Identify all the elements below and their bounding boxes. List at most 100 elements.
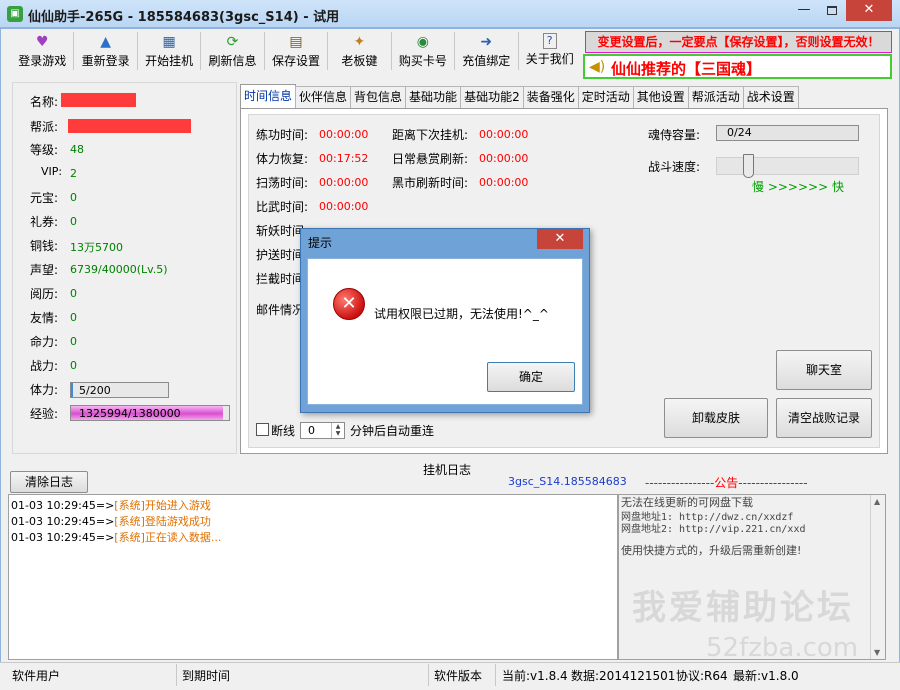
battle-speed-thumb[interactable] [743, 154, 754, 178]
power-label: 战力: [30, 359, 59, 373]
scroll-up-icon[interactable]: ▲ [874, 497, 880, 506]
log-timestamp: 01-03 10:29:45=> [11, 499, 115, 512]
relogin-label: 重新登录 [81, 54, 130, 68]
tab-basic-functions-2[interactable]: 基础功能2 [460, 86, 524, 108]
reconnect-minutes-stepper[interactable]: 0 ▲ ▼ [300, 422, 345, 439]
daily-bounty-label: 日常悬赏刷新: [392, 152, 469, 166]
save-settings-icon: ▤ [289, 34, 303, 50]
yuanbao-value: 0 [70, 191, 77, 204]
tab-time-info[interactable]: 时间信息 [240, 84, 297, 108]
stamina-progress: 5/200 [70, 382, 169, 398]
save-settings-button[interactable]: ▤ 保存设置 [265, 30, 327, 72]
practice-time-value: 00:00:00 [319, 128, 369, 141]
clear-log-button[interactable]: 清除日志 [10, 471, 88, 493]
chat-room-button[interactable]: 聊天室 [776, 350, 872, 390]
yuanbao-label: 元宝: [30, 191, 59, 205]
soul-capacity-field: 0/24 [716, 125, 859, 141]
login-game-button[interactable]: ♥ 登录游戏 [11, 30, 73, 72]
window-title: 仙仙助手-265G - 185584683(3gsc_S14) - 试用 [28, 10, 340, 25]
boss-key-icon: ✦ [353, 34, 366, 50]
status-user: 软件用户 [12, 669, 61, 683]
recharge-bind-label: 充值绑定 [462, 54, 511, 68]
uninstall-skin-button[interactable]: 卸载皮肤 [664, 398, 768, 438]
log-account: 3gsc_S14.185584683 [508, 475, 627, 488]
tab-tactics-settings[interactable]: 战术设置 [742, 86, 799, 108]
level-value: 48 [70, 143, 84, 156]
boss-key-button[interactable]: ✦ 老板键 [328, 30, 390, 72]
coupon-label: 礼券: [30, 215, 59, 229]
prestige-value: 6739/40000(Lv.5) [70, 263, 168, 276]
announcement-link-2[interactable]: 网盘地址2: http://vip.221.cn/xxd [621, 520, 806, 535]
relogin-arrow-icon: ▲ [100, 34, 112, 50]
exp-label: 经验: [30, 407, 59, 421]
status-version-label: 软件版本 [434, 669, 483, 683]
coupon-value: 0 [70, 215, 77, 228]
dialog-message: 试用权限已过期，无法使用!^_^ [374, 307, 549, 321]
log-message: [系统]正在读入数据... [114, 531, 222, 544]
guild-label: 帮派: [30, 120, 59, 134]
lifeforce-value: 0 [70, 335, 77, 348]
log-list[interactable]: 01-03 10:29:45=>[系统]开始进入游戏 01-03 10:29:4… [8, 494, 618, 660]
log-message: [系统]登陆游戏成功 [114, 515, 211, 528]
tab-guild-events[interactable]: 帮派活动 [687, 86, 744, 108]
maximize-button[interactable] [818, 0, 846, 21]
status-protocol: 协议:R64 [676, 669, 728, 683]
clear-defeat-records-button[interactable]: 清空战败记录 [776, 398, 872, 438]
status-data-version: 数据:2014121501 [571, 669, 676, 683]
buy-card-button[interactable]: ◉ 购买卡号 [392, 30, 454, 72]
next-idle-label: 距离下次挂机: [392, 128, 469, 142]
announcement-line: 使用快捷方式的，升级后需重新创建! [621, 544, 802, 557]
announcement-title: ----------------公告---------------- [645, 476, 808, 490]
soul-capacity-label: 魂侍容量: [648, 128, 701, 142]
experience-value: 0 [70, 287, 77, 300]
practice-time-label: 练功时间: [256, 128, 309, 142]
recharge-bind-button[interactable]: ➜ 充值绑定 [455, 30, 517, 72]
black-market-value: 00:00:00 [479, 176, 529, 189]
minimize-button[interactable]: — [790, 0, 818, 21]
guild-redacted [68, 119, 191, 133]
tab-timed-events[interactable]: 定时活动 [577, 86, 634, 108]
reconnect-label: 断线 [271, 424, 296, 438]
battle-speed-scale: 慢 >>>>>> 快 [752, 180, 844, 194]
login-game-label: 登录游戏 [18, 54, 67, 68]
start-idle-button[interactable]: ▦ 开始挂机 [138, 30, 200, 72]
recharge-bind-icon: ➜ [480, 34, 493, 50]
watermark-text: 我爱辅助论坛 [632, 588, 854, 628]
tab-basic-functions[interactable]: 基础功能 [405, 86, 462, 108]
scroll-down-icon[interactable]: ▼ [874, 648, 880, 657]
watermark-url: 52fzba.com [706, 633, 859, 663]
tab-equipment-enhance[interactable]: 装备强化 [522, 86, 579, 108]
prestige-label: 声望: [30, 263, 59, 277]
tab-bag-info[interactable]: 背包信息 [350, 86, 407, 108]
promo-banner[interactable]: ◀) 仙仙推荐的【三国魂】 [583, 54, 892, 79]
close-button[interactable]: ✕ [846, 0, 892, 21]
dialog-close-button[interactable]: ✕ [537, 229, 583, 249]
vip-label: VIP: [41, 165, 63, 178]
gamepad-icon: ▣ [7, 6, 23, 22]
duel-time-label: 比武时间: [256, 200, 309, 214]
stamina-recover-label: 体力恢复: [256, 152, 309, 166]
reconnect-checkbox[interactable] [256, 423, 269, 436]
log-title: 挂机日志 [423, 463, 472, 477]
lifeforce-label: 命力: [30, 335, 59, 349]
escort-time-label: 护送时间 [256, 248, 305, 262]
relogin-button[interactable]: ▲ 重新登录 [74, 30, 136, 72]
name-redacted [61, 93, 136, 107]
refresh-info-label: 刷新信息 [208, 54, 257, 68]
tab-other-settings[interactable]: 其他设置 [632, 86, 689, 108]
exp-progress: 1325994/1380000 [70, 405, 230, 421]
battle-speed-slider[interactable] [716, 157, 859, 175]
stepper-arrows-icon[interactable]: ▲ ▼ [331, 423, 344, 438]
dialog-title: 提示 [308, 236, 333, 250]
refresh-info-button[interactable]: ⟳ 刷新信息 [201, 30, 263, 72]
tab-partner-info[interactable]: 伙伴信息 [295, 86, 352, 108]
dialog-ok-button[interactable]: 确定 [487, 362, 575, 392]
boss-key-label: 老板键 [341, 54, 378, 68]
exp-text: 1325994/1380000 [79, 407, 181, 420]
about-button[interactable]: ? 关于我们 [519, 30, 581, 72]
duel-time-value: 00:00:00 [319, 200, 369, 213]
announcement-scrollbar[interactable]: ▲ ▼ [870, 495, 885, 659]
log-timestamp: 01-03 10:29:45=> [11, 515, 115, 528]
power-value: 0 [70, 359, 77, 372]
heart-login-icon: ♥ [35, 34, 49, 50]
